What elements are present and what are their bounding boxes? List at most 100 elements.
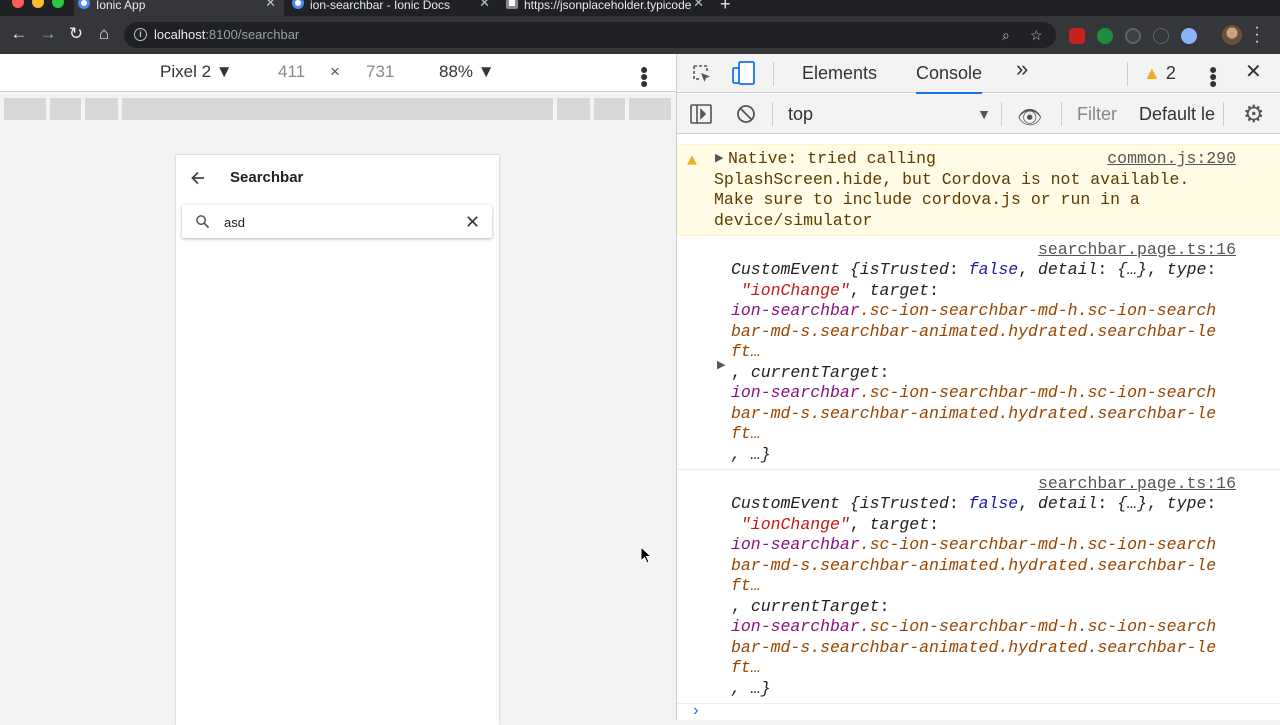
browser-tab-ionic-docs[interactable]: ion-searchbar - Ionic Docs ✕	[288, 0, 498, 16]
browser-tab-strip: Ionic App ✕ ion-searchbar - Ionic Docs ✕…	[0, 0, 1280, 16]
zoom-magnifier-icon[interactable]: ⌕	[1002, 22, 1010, 48]
tab-title: https://jsonplaceholder.typicode	[524, 0, 692, 12]
log-object-preview[interactable]: CustomEvent {isTrusted: false, detail: {…	[731, 494, 1241, 699]
toolbar-divider	[1223, 102, 1224, 126]
back-arrow-icon[interactable]: ←	[9, 24, 29, 44]
toolbar-divider	[772, 102, 773, 126]
clear-icon[interactable]	[465, 214, 480, 229]
media-query-segment[interactable]	[594, 98, 625, 120]
address-bar[interactable]: i localhost:8100/searchbar ⌕ ☆	[124, 22, 1056, 48]
browser-menu-icon[interactable]: · · ·	[1252, 20, 1262, 50]
window-minimize-button[interactable]	[32, 0, 44, 8]
log-line: , …}	[731, 678, 771, 698]
device-options-menu-icon[interactable]: ● ● ●	[640, 62, 648, 90]
window-close-button[interactable]	[12, 0, 24, 8]
browser-tab-jsonplaceholder[interactable]: https://jsonplaceholder.typicode ✕	[502, 0, 712, 16]
viewport-width[interactable]: 411	[278, 62, 305, 82]
browser-tab-ionic-app[interactable]: Ionic App ✕	[74, 0, 284, 16]
expand-triangle-icon[interactable]: ▶	[717, 356, 725, 377]
extension-dark-icon[interactable]	[1125, 28, 1141, 44]
prop-value: {…}	[1117, 260, 1147, 279]
element-class: .sc-ion-searchbar-md-h.sc-ion-search	[859, 617, 1217, 636]
viewport-height[interactable]: 731	[366, 62, 394, 82]
search-icon	[196, 215, 210, 229]
prop-value: false	[968, 260, 1019, 279]
extension-green-icon[interactable]	[1097, 28, 1113, 44]
log-levels-select[interactable]: Default le	[1139, 103, 1217, 125]
log-line: ion-searchbar.sc-ion-searchbar-md-h.sc-i…	[731, 535, 1241, 556]
forward-arrow-icon[interactable]: →	[38, 24, 58, 44]
log-line: bar-md-s.searchbar-animated.hydrated.sea…	[731, 321, 1217, 341]
devtools-menu-icon[interactable]: ● ● ●	[1209, 62, 1217, 90]
console-prompt-icon[interactable]: ›	[691, 701, 701, 720]
warning-counter[interactable]: ▲ 2	[1143, 63, 1176, 83]
media-query-segment[interactable]	[50, 98, 81, 120]
warning-triangle-icon: ▲	[687, 151, 697, 170]
prop-key: target	[869, 280, 930, 300]
profile-avatar[interactable]	[1222, 25, 1242, 45]
searchbar[interactable]	[182, 205, 492, 238]
bookmark-star-icon[interactable]: ☆	[1030, 22, 1043, 48]
media-query-segment[interactable]	[557, 98, 590, 120]
extension-blue-icon[interactable]	[1181, 28, 1197, 44]
console-log-message: searchbar.page.ts:16 CustomEvent {isTrus…	[677, 470, 1280, 704]
console-filter-input[interactable]: Filter	[1077, 103, 1117, 125]
warning-count: 2	[1165, 63, 1176, 83]
log-line: CustomEvent {isTrusted: false, detail: {…	[731, 260, 1217, 279]
console-source-link[interactable]: common.js:290	[1107, 149, 1236, 170]
log-line: bar-md-s.searchbar-animated.hydrated.sea…	[731, 555, 1217, 575]
log-object-preview[interactable]: CustomEvent {isTrusted: false, detail: {…	[731, 260, 1241, 465]
clear-console-icon[interactable]	[736, 104, 756, 124]
home-icon[interactable]: ⌂	[94, 24, 114, 44]
ionic-favicon-icon	[292, 0, 304, 9]
ionic-favicon-icon	[78, 0, 90, 9]
device-select[interactable]: Pixel 2 ▼	[160, 62, 233, 82]
element-tag: ion-searchbar	[731, 535, 860, 554]
window-maximize-button[interactable]	[52, 0, 64, 8]
tab-elements[interactable]: Elements	[802, 63, 877, 83]
log-line: ion-searchbar.sc-ion-searchbar-md-h.sc-i…	[731, 383, 1241, 404]
device-toolbar: Pixel 2 ▼ 411 × 731 88% ▼ ● ● ●	[0, 54, 676, 92]
page-favicon-icon	[506, 0, 518, 9]
back-arrow-icon[interactable]	[188, 168, 208, 188]
tab-title: ion-searchbar - Ionic Docs	[310, 0, 451, 12]
log-line: ft…	[731, 576, 761, 595]
tab-close-icon[interactable]: ✕	[265, 0, 276, 9]
tab-console[interactable]: Console	[916, 63, 983, 94]
device-name: Pixel 2	[160, 62, 212, 81]
extension-info-icon[interactable]	[1153, 28, 1169, 44]
media-query-segment[interactable]	[4, 98, 46, 120]
close-devtools-icon[interactable]: ✕	[1245, 62, 1262, 82]
media-query-segment[interactable]	[629, 98, 671, 120]
extension-obs-icon[interactable]	[1069, 28, 1085, 44]
console-source-link[interactable]: searchbar.page.ts:16	[1038, 240, 1236, 261]
reload-icon[interactable]: ↻	[66, 24, 86, 44]
device-toggle-icon[interactable]	[732, 60, 756, 86]
search-input[interactable]	[224, 211, 454, 233]
console-warning-message: ▲ ▶ Native: tried calling SplashScreen.h…	[677, 144, 1280, 236]
toolbar-divider	[1001, 102, 1002, 126]
media-query-segment[interactable]	[85, 98, 118, 120]
url-host: localhost	[154, 27, 206, 42]
tab-close-icon[interactable]: ✕	[693, 0, 704, 9]
live-expression-eye-icon[interactable]: 👁	[1017, 105, 1042, 130]
tab-close-icon[interactable]: ✕	[479, 0, 490, 9]
element-class: .sc-ion-searchbar-md-h.sc-ion-search	[859, 383, 1217, 402]
more-tabs-icon[interactable]: »	[1016, 58, 1028, 80]
media-query-segment[interactable]	[122, 98, 553, 120]
context-select[interactable]: top ▼	[788, 103, 991, 125]
console-source-link[interactable]: searchbar.page.ts:16	[1038, 474, 1236, 495]
site-info-icon[interactable]: i	[134, 28, 147, 41]
zoom-select[interactable]: 88% ▼	[439, 62, 495, 82]
new-tab-plus-icon[interactable]: +	[720, 0, 731, 15]
element-tag: ion-searchbar	[731, 383, 860, 402]
console-settings-gear-icon[interactable]: ⚙	[1243, 100, 1265, 129]
prop-key: currentTarget	[750, 596, 880, 616]
log-line: bar-md-s.searchbar-animated.hydrated.sea…	[731, 403, 1217, 423]
log-line: ft…	[731, 424, 761, 443]
prop-key: isTrusted	[859, 494, 949, 513]
console-sidebar-icon[interactable]	[690, 104, 712, 124]
tab-title: Ionic App	[96, 0, 146, 12]
prop-value: "ionChange"	[740, 514, 850, 534]
inspect-element-icon[interactable]	[691, 63, 713, 85]
